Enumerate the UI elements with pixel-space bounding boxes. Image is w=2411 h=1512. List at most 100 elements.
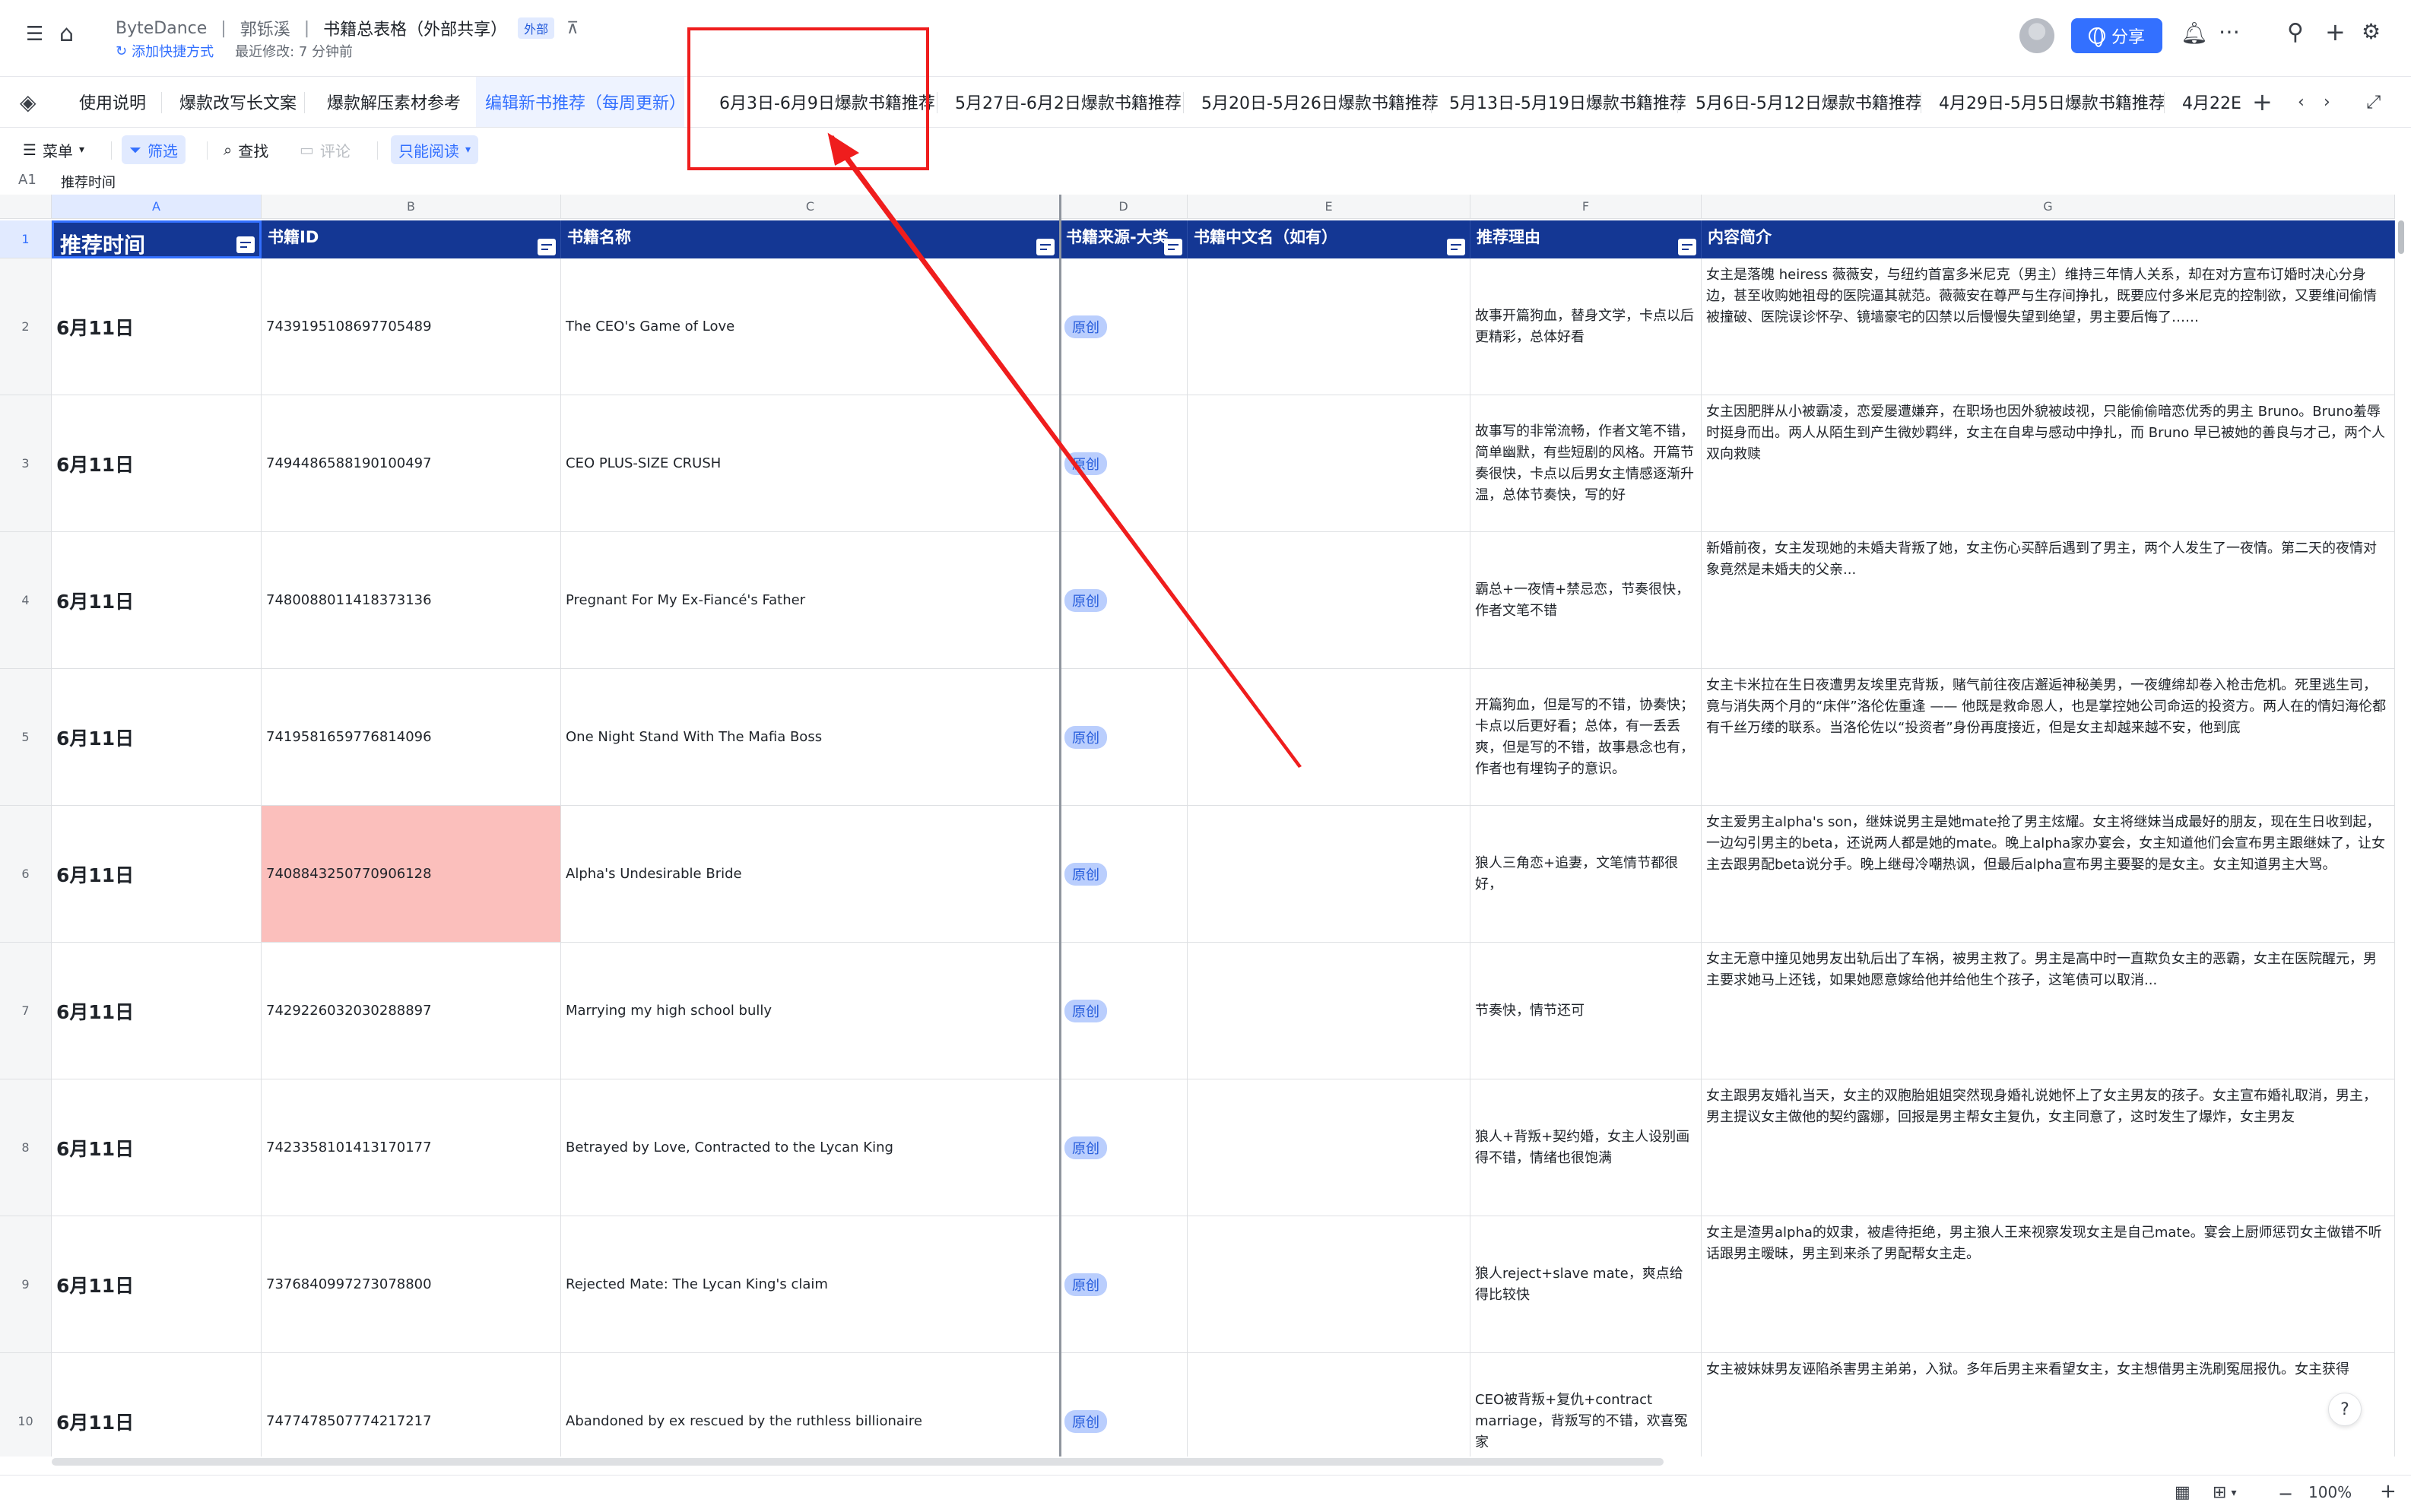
more-icon[interactable]: ⋯ xyxy=(2219,21,2240,43)
chinese-name-cell[interactable] xyxy=(1188,1353,1470,1457)
column-header-c[interactable]: C xyxy=(561,195,1060,219)
book-name-cell[interactable]: Betrayed by Love, Contracted to the Lyca… xyxy=(561,1079,1060,1216)
column-header-d[interactable]: D xyxy=(1060,195,1188,219)
zoom-level[interactable]: 100% xyxy=(2308,1483,2352,1501)
comment-button[interactable]: ▭ 评论 xyxy=(292,135,358,164)
reason-cell[interactable]: 狼人三角恋+追妻，文笔情节都很好， xyxy=(1470,806,1702,943)
select-all-corner[interactable] xyxy=(0,195,52,219)
book-source-cell[interactable]: 原创 xyxy=(1060,1353,1188,1457)
document-title[interactable]: 书籍总表格（外部共享） xyxy=(323,16,507,40)
book-id-cell[interactable]: 7429226032030288897 xyxy=(262,943,561,1079)
row-header[interactable]: 1 xyxy=(0,220,52,258)
add-sheet-icon[interactable]: + xyxy=(2252,77,2273,127)
tab-rewrite-copy[interactable]: 爆款改写长文案 xyxy=(170,77,306,127)
reason-cell[interactable]: 狼人reject+slave mate，爽点给得比较快 xyxy=(1470,1216,1702,1353)
date-cell[interactable]: 6月11日 xyxy=(52,1353,262,1457)
find-button[interactable]: ⌕ 查找 xyxy=(216,135,276,164)
zoom-out-icon[interactable]: − xyxy=(2278,1483,2293,1504)
table-header-cell[interactable]: 书籍中文名（如有） xyxy=(1188,220,1470,258)
table-header-cell[interactable]: 推荐理由 xyxy=(1470,220,1702,258)
book-name-cell[interactable]: Abandoned by ex rescued by the ruthless … xyxy=(561,1353,1060,1457)
summary-cell[interactable]: 女主被妹妹男友诬陷杀害男主弟弟，入狱。多年后男主来看望女主，女主想借男主洗刷冤屈… xyxy=(1702,1353,2395,1457)
cell-reference[interactable]: A1 xyxy=(18,172,36,188)
reason-cell[interactable]: CEO被背叛+复仇+contract marriage，背叛写的不错，欢喜冤家 xyxy=(1470,1353,1702,1457)
book-id-cell[interactable]: 7480088011418373136 xyxy=(262,532,561,669)
table-header-cell[interactable]: 内容简介 xyxy=(1702,220,2395,258)
readonly-mode-button[interactable]: 只能阅读 ▾ xyxy=(391,135,479,164)
sidebar-toggle-icon[interactable]: ☰ xyxy=(26,24,43,44)
chinese-name-cell[interactable] xyxy=(1188,258,1470,395)
reason-cell[interactable]: 开篇狗血，但是写的不错，协奏快；卡点以后更好看；总体，有一丢丢爽，但是写的不错，… xyxy=(1470,669,1702,806)
book-source-cell[interactable]: 原创 xyxy=(1060,532,1188,669)
grid-view-icon[interactable]: ▦ xyxy=(2175,1483,2191,1502)
column-header-b[interactable]: B xyxy=(262,195,561,219)
bell-icon[interactable]: 🔔︎ xyxy=(2181,23,2208,44)
table-header-cell[interactable]: 书籍名称 xyxy=(561,220,1060,258)
book-id-cell[interactable]: 7376840997273078800 xyxy=(262,1216,561,1353)
book-name-cell[interactable]: Marrying my high school bully xyxy=(561,943,1060,1079)
chinese-name-cell[interactable] xyxy=(1188,1216,1470,1353)
column-filter-icon[interactable] xyxy=(1447,239,1465,255)
book-name-cell[interactable]: Rejected Mate: The Lycan King's claim xyxy=(561,1216,1060,1353)
help-button[interactable]: ? xyxy=(2328,1393,2362,1426)
date-cell[interactable]: 6月11日 xyxy=(52,669,262,806)
book-source-cell[interactable]: 原创 xyxy=(1060,395,1188,532)
pin-icon[interactable]: ⊼ xyxy=(566,19,579,38)
breadcrumb-org[interactable]: ByteDance xyxy=(116,19,207,38)
chinese-name-cell[interactable] xyxy=(1188,806,1470,943)
chinese-name-cell[interactable] xyxy=(1188,669,1470,806)
book-name-cell[interactable]: CEO PLUS-SIZE CRUSH xyxy=(561,395,1060,532)
summary-cell[interactable]: 女主卡米拉在生日夜遭男友埃里克背叛，赌气前往夜店邂逅神秘美男，一夜缠绵却卷入枪击… xyxy=(1702,669,2395,806)
column-filter-icon[interactable] xyxy=(1164,239,1182,255)
vertical-scrollbar[interactable] xyxy=(2397,220,2406,1452)
row-header[interactable]: 5 xyxy=(0,669,52,806)
tab-may13-may19[interactable]: 5月13日-5月19日爆款书籍推荐 xyxy=(1440,77,1696,127)
summary-cell[interactable]: 女主爱男主alpha's son，继妹说男主是她mate抢了男主炫耀。女主将继妹… xyxy=(1702,806,2395,943)
tab-apr29-may5[interactable]: 4月29日-5月5日爆款书籍推荐 xyxy=(1930,77,2175,127)
book-source-cell[interactable]: 原创 xyxy=(1060,806,1188,943)
column-header-a[interactable]: A xyxy=(52,195,262,219)
reason-cell[interactable]: 节奏快，情节还可 xyxy=(1470,943,1702,1079)
tab-editor-picks[interactable]: 编辑新书推荐（每周更新） xyxy=(476,77,686,127)
date-cell[interactable]: 6月11日 xyxy=(52,1079,262,1216)
row-header[interactable]: 7 xyxy=(0,943,52,1079)
reason-cell[interactable]: 霸总+一夜情+禁忌恋，节奏很快，作者文笔不错 xyxy=(1470,532,1702,669)
reason-cell[interactable]: 故事写的非常流畅，作者文笔不错，简单幽默，有些短剧的风格。开篇节奏很快，卡点以后… xyxy=(1470,395,1702,532)
chinese-name-cell[interactable] xyxy=(1188,395,1470,532)
book-name-cell[interactable]: Pregnant For My Ex-Fiancé's Father xyxy=(561,532,1060,669)
summary-cell[interactable]: 女主是落魄 heiress 薇薇安，与纽约首富多米尼克（男主）维持三年情人关系，… xyxy=(1702,258,2395,395)
breadcrumb-owner[interactable]: 郭铄溪 xyxy=(240,16,290,40)
tab-may27-jun2[interactable]: 5月27日-6月2日爆款书籍推荐 xyxy=(946,77,1191,127)
tab-may6-may12[interactable]: 5月6日-5月12日爆款书籍推荐 xyxy=(1686,77,1931,127)
tab-usage[interactable]: 使用说明 xyxy=(70,77,155,127)
book-id-cell[interactable]: 7408843250770906128 xyxy=(262,806,561,943)
table-header-cell[interactable]: 书籍ID xyxy=(262,220,561,258)
book-id-cell[interactable]: 7419581659776814096 xyxy=(262,669,561,806)
menu-button[interactable]: ☰ 菜单 ▾ xyxy=(15,135,92,164)
table-header-cell[interactable]: 书籍来源-大类 xyxy=(1060,220,1188,258)
scroll-tabs-right-icon[interactable]: › xyxy=(2324,77,2330,127)
column-header-e[interactable]: E xyxy=(1188,195,1470,219)
gear-icon[interactable]: ⚙ xyxy=(2362,21,2381,43)
expand-icon[interactable]: ⤢ xyxy=(2366,77,2381,127)
summary-cell[interactable]: 新婚前夜，女主发现她的未婚夫背叛了她，女主伤心买醉后遇到了男主，两个人发生了一夜… xyxy=(1702,532,2395,669)
book-source-cell[interactable]: 原创 xyxy=(1060,258,1188,395)
book-name-cell[interactable]: One Night Stand With The Mafia Boss xyxy=(561,669,1060,806)
book-source-cell[interactable]: 原创 xyxy=(1060,669,1188,806)
row-header[interactable]: 2 xyxy=(0,258,52,395)
column-filter-icon[interactable] xyxy=(538,239,556,255)
tab-apr22[interactable]: 4月22E xyxy=(2173,77,2241,127)
vertical-scroll-thumb[interactable] xyxy=(2398,220,2404,254)
add-shortcut-link[interactable]: ↻ 添加快捷方式 xyxy=(116,41,214,61)
share-button[interactable]: 分享 xyxy=(2071,18,2162,53)
column-filter-icon[interactable] xyxy=(1678,239,1696,255)
scroll-tabs-left-icon[interactable]: ‹ xyxy=(2298,77,2305,127)
row-header[interactable]: 4 xyxy=(0,532,52,669)
plus-icon[interactable]: + xyxy=(2325,20,2346,44)
date-cell[interactable]: 6月11日 xyxy=(52,532,262,669)
chinese-name-cell[interactable] xyxy=(1188,943,1470,1079)
column-header-f[interactable]: F xyxy=(1470,195,1702,219)
layout-toggle[interactable]: ⊞ ▾ xyxy=(2213,1483,2236,1502)
book-source-cell[interactable]: 原创 xyxy=(1060,1079,1188,1216)
reason-cell[interactable]: 狼人+背叛+契约婚，女主人设别画得不错，情绪也很饱满 xyxy=(1470,1079,1702,1216)
